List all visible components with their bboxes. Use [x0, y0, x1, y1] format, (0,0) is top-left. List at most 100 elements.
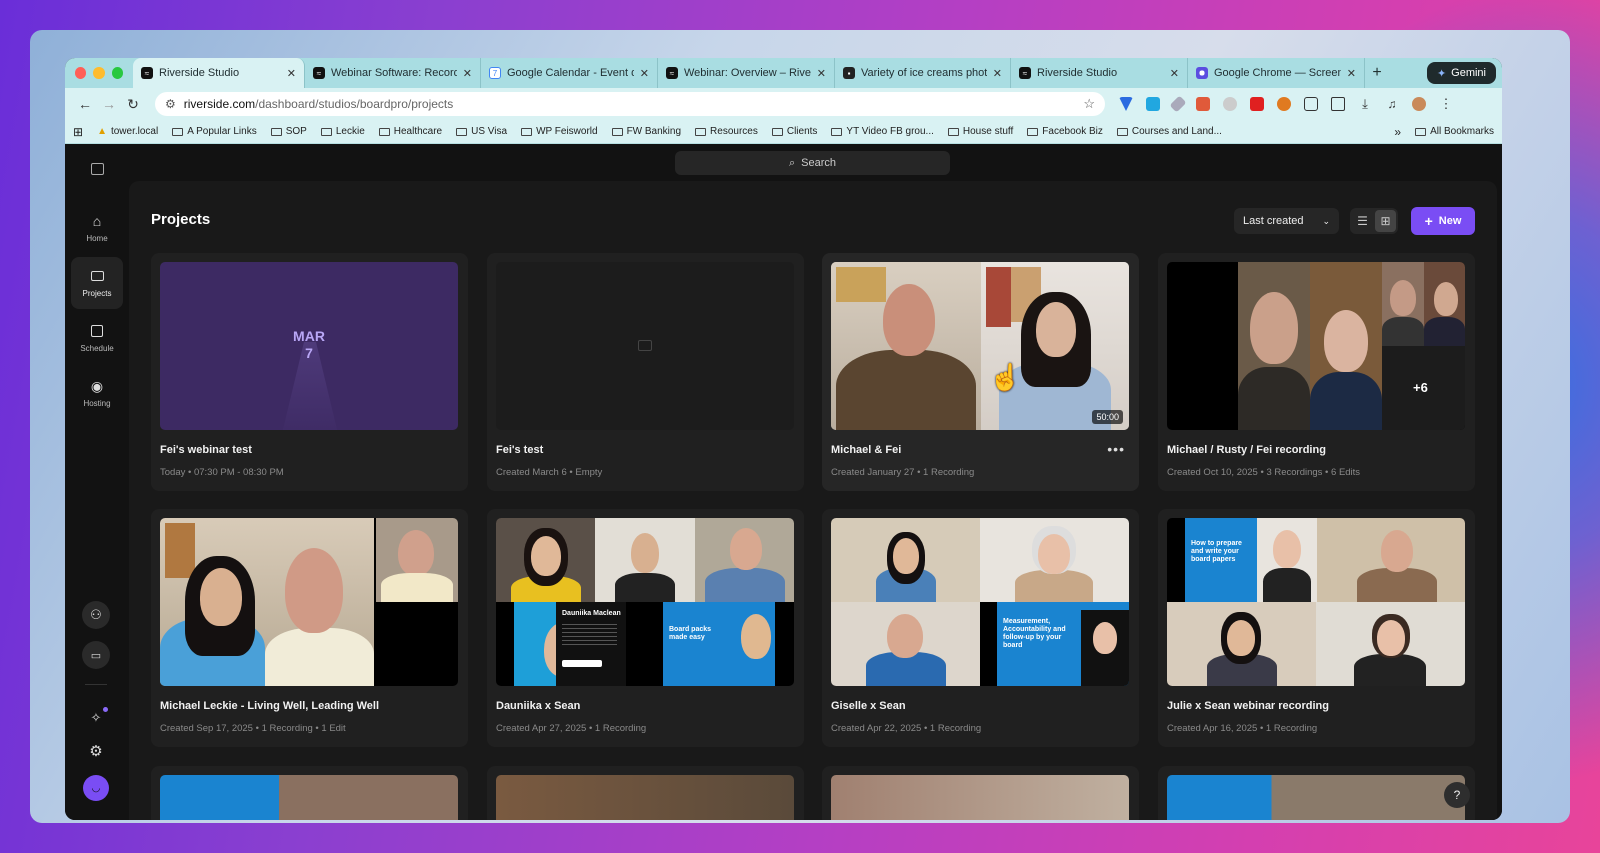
help-button[interactable]: ?	[1444, 782, 1470, 808]
search-bar[interactable]: ⌕ Search	[675, 151, 950, 175]
rail-item-home[interactable]: ⌂ Home	[71, 202, 123, 254]
tab-google-calendar[interactable]: 7 Google Calendar - Event de ✕	[481, 58, 658, 88]
bookmarks-overflow-button[interactable]: »	[1394, 125, 1401, 139]
person-face	[1038, 534, 1070, 574]
project-card[interactable]	[151, 766, 468, 820]
gemini-button[interactable]: ✦ Gemini	[1426, 62, 1496, 84]
extension-blue-icon[interactable]	[1146, 97, 1160, 111]
close-tab-icon[interactable]: ✕	[1170, 67, 1179, 80]
extension-pen-icon[interactable]	[1169, 95, 1187, 113]
bookmark-folder[interactable]: US Visa	[456, 126, 507, 137]
tab-webinar-software[interactable]: ≈ Webinar Software: Record, I ✕	[305, 58, 481, 88]
rail-item-hosting[interactable]: ◉ Hosting	[71, 367, 123, 419]
tab-ice-creams[interactable]: ▪ Variety of ice creams photo ✕	[835, 58, 1011, 88]
bookmark-folder[interactable]: Facebook Biz	[1027, 126, 1103, 137]
project-card[interactable]: 50:00 ☝ Michael & Fei ••• Created Januar…	[822, 253, 1139, 491]
site-settings-icon[interactable]: ⚙	[165, 97, 176, 111]
close-tab-icon[interactable]: ✕	[817, 67, 826, 80]
bookmark-folder[interactable]: SOP	[270, 126, 307, 137]
bookmark-folder[interactable]: A Popular Links	[172, 126, 257, 137]
project-card[interactable]: How to prepare and write your board pape…	[1158, 509, 1475, 747]
media-controls-icon[interactable]: ♫	[1385, 97, 1399, 111]
project-card[interactable]	[822, 766, 1139, 820]
project-card[interactable]	[1158, 766, 1475, 820]
bookmark-folder[interactable]: Clients	[771, 126, 817, 137]
forward-arrow-icon[interactable]: →	[97, 96, 121, 112]
browser-toolbar: ← → ↻ ⚙ riverside.com/dashboard/studios/…	[65, 88, 1502, 120]
chevron-down-icon: ⌄	[1322, 215, 1330, 226]
project-card[interactable]: Fei's test Created March 6 • Empty	[487, 253, 804, 491]
project-card[interactable]: Dauniika Maclean Board packs made easy D…	[487, 509, 804, 747]
project-card[interactable]: Michael Leckie - Living Well, Leading We…	[151, 509, 468, 747]
new-tab-button[interactable]: +	[1365, 64, 1389, 82]
close-tab-icon[interactable]: ✕	[463, 67, 472, 80]
project-card[interactable]: +6 Michael / Rusty / Fei recording Creat…	[1158, 253, 1475, 491]
menu-kebab-icon[interactable]: ⋮	[1439, 97, 1453, 111]
tab-chrome-screen[interactable]: Google Chrome — Screen S ✕	[1188, 58, 1365, 88]
all-bookmarks-folder[interactable]: All Bookmarks	[1415, 126, 1494, 137]
project-thumbnail: 50:00 ☝	[831, 262, 1129, 430]
invite-user-button[interactable]: ⚇	[82, 601, 110, 629]
settings-button[interactable]: ⚙	[82, 737, 110, 765]
rail-item-schedule[interactable]: Schedule	[71, 312, 123, 364]
bookmark-item[interactable]: ▲ tower.local	[97, 126, 158, 137]
calendar-icon	[89, 323, 105, 339]
profile-avatar[interactable]	[1412, 97, 1426, 111]
project-meta: Created March 6 • Empty	[496, 467, 603, 478]
project-title: Fei's webinar test	[160, 444, 252, 456]
video-tile	[1257, 518, 1317, 602]
close-tab-icon[interactable]: ✕	[1347, 67, 1356, 80]
record-button[interactable]: ▭	[82, 641, 110, 669]
notification-dot	[103, 707, 108, 712]
project-card[interactable]: Measurement, Accountability and follow-u…	[822, 509, 1139, 747]
reload-icon[interactable]: ↻	[121, 96, 145, 113]
project-card[interactable]	[487, 766, 804, 820]
project-card[interactable]: MAR 7 Fei's webinar test Today • 07:30 PM…	[151, 253, 468, 491]
bookmark-folder[interactable]: Leckie	[320, 126, 365, 137]
person-face	[1381, 530, 1413, 572]
youtube-icon[interactable]	[1250, 97, 1264, 111]
collapse-sidebar-button[interactable]	[71, 156, 123, 182]
download-icon[interactable]: ⤓	[1358, 97, 1372, 111]
bookmark-label: House stuff	[962, 126, 1014, 137]
close-window-button[interactable]	[75, 67, 87, 79]
bookmark-folder[interactable]: Resources	[695, 126, 758, 137]
extension-orange-icon[interactable]	[1277, 97, 1291, 111]
bookmark-folder[interactable]: WP Feisworld	[521, 126, 598, 137]
back-arrow-icon[interactable]: ←	[73, 96, 97, 112]
close-tab-icon[interactable]: ✕	[640, 67, 649, 80]
grid-view-button[interactable]: ⊞	[1375, 210, 1396, 232]
reading-mode-icon[interactable]	[1331, 97, 1345, 111]
extension-camera-icon[interactable]	[1223, 97, 1237, 111]
apps-grid-icon[interactable]: ⊞	[73, 125, 83, 139]
mouse-cursor-icon: ☝	[989, 362, 1022, 392]
maximize-window-button[interactable]	[111, 67, 123, 79]
bookmark-folder[interactable]: Courses and Land...	[1116, 126, 1222, 137]
tab-riverside-studio-2[interactable]: ≈ Riverside Studio ✕	[1011, 58, 1188, 88]
extension-v-icon[interactable]	[1119, 97, 1133, 111]
more-options-button[interactable]: •••	[1107, 441, 1125, 457]
project-thumbnail: +6	[1167, 262, 1465, 430]
extensions-puzzle-icon[interactable]	[1304, 97, 1318, 111]
user-avatar[interactable]: ◡	[83, 775, 109, 801]
folder-icon	[771, 127, 783, 136]
bookmark-folder[interactable]: House stuff	[947, 126, 1014, 137]
minimize-window-button[interactable]	[93, 67, 105, 79]
rail-item-projects[interactable]: Projects	[71, 257, 123, 309]
whats-new-button[interactable]: ✧	[82, 704, 110, 732]
tab-riverside-studio[interactable]: ≈ Riverside Studio ✕	[133, 58, 305, 88]
bookmark-folder[interactable]: Healthcare	[378, 126, 442, 137]
tab-webinar-overview[interactable]: ≈ Webinar: Overview – Riversi ✕	[658, 58, 835, 88]
address-bar[interactable]: ⚙ riverside.com/dashboard/studios/boardp…	[155, 92, 1105, 116]
sort-dropdown[interactable]: Last created ⌄	[1234, 208, 1339, 234]
bookmark-folder[interactable]: FW Banking	[611, 126, 681, 137]
close-tab-icon[interactable]: ✕	[287, 67, 296, 80]
extension-red-icon[interactable]	[1196, 97, 1210, 111]
close-tab-icon[interactable]: ✕	[993, 67, 1002, 80]
bookmark-folder[interactable]: YT Video FB grou...	[831, 126, 934, 137]
extensions-area: ⤓ ♫ ⋮	[1119, 95, 1453, 113]
folder-icon	[456, 127, 468, 136]
bookmark-star-icon[interactable]: ☆	[1083, 96, 1095, 112]
new-project-button[interactable]: + New	[1411, 207, 1475, 235]
list-view-button[interactable]: ☰	[1352, 210, 1373, 232]
